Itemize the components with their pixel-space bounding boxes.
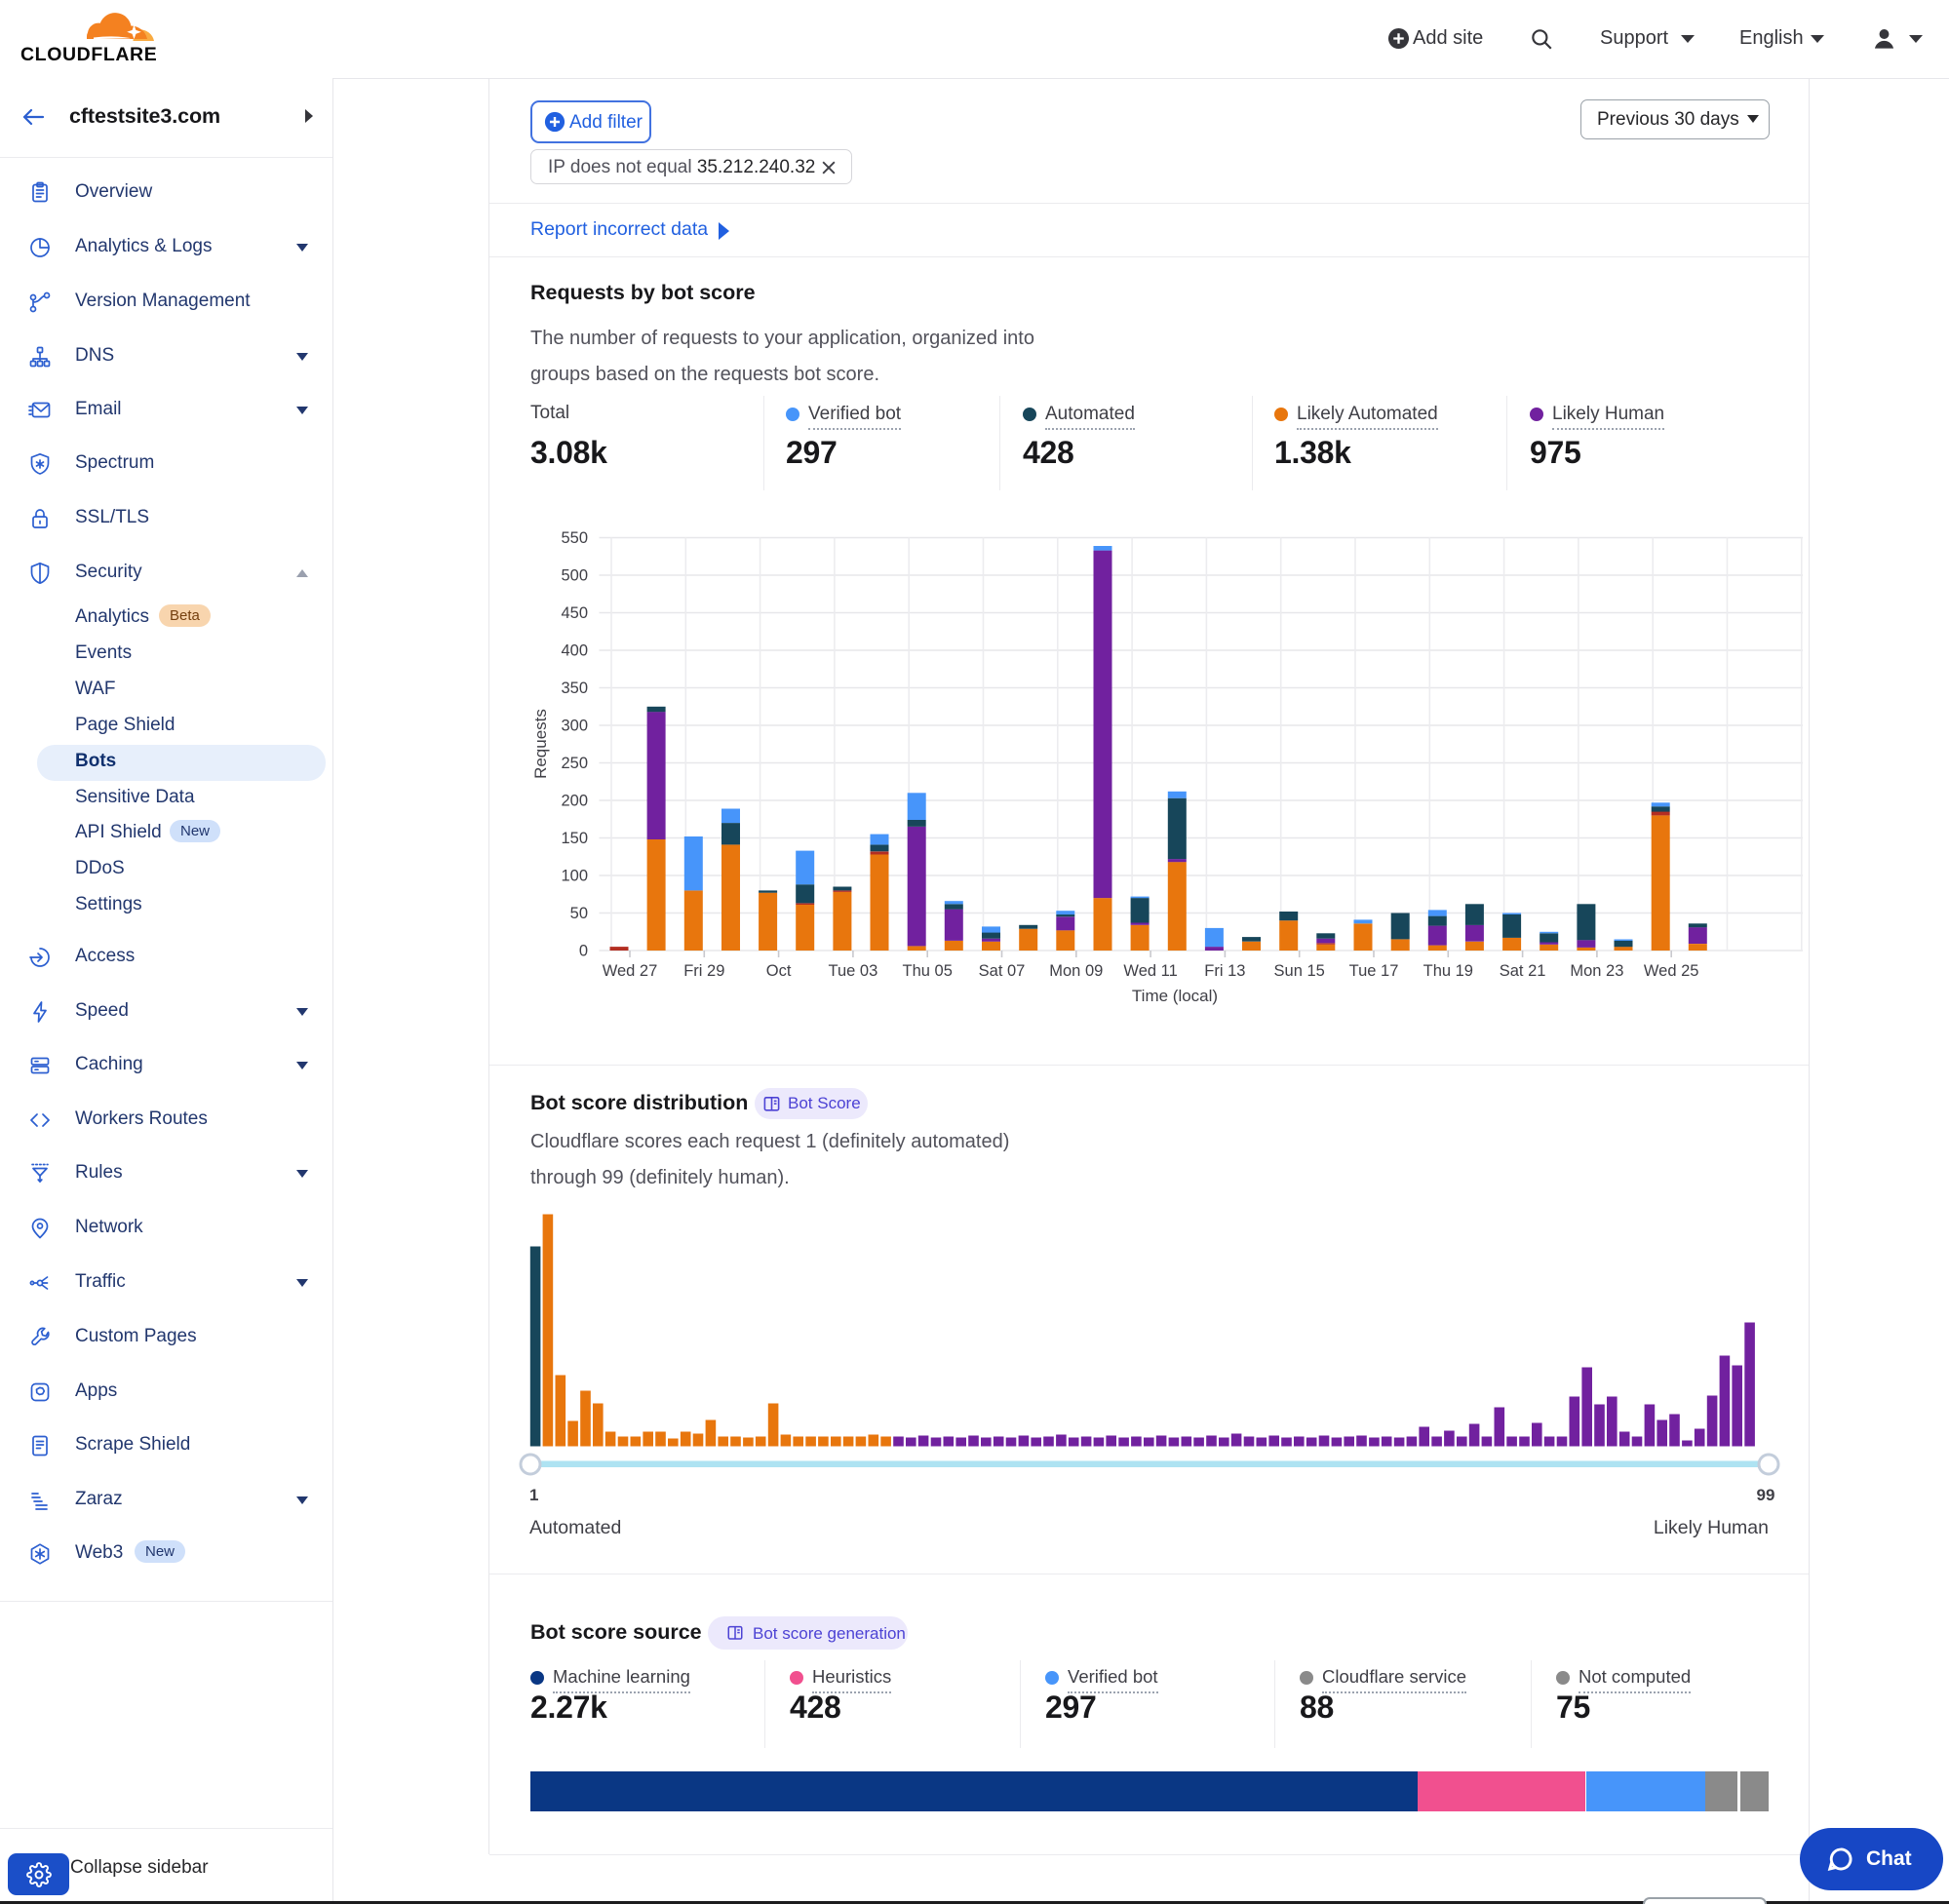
svg-text:150: 150 [561,830,588,847]
svg-text:Tue 17: Tue 17 [1349,962,1399,980]
svg-text:Sun 15: Sun 15 [1274,962,1325,980]
svg-text:Fri 29: Fri 29 [683,962,724,980]
svg-text:Wed 27: Wed 27 [603,962,658,980]
svg-text:500: 500 [561,567,588,585]
svg-text:Time (local): Time (local) [1132,987,1218,1005]
svg-text:300: 300 [561,718,588,735]
svg-text:Requests: Requests [531,709,550,779]
svg-text:Wed 11: Wed 11 [1123,962,1177,980]
svg-text:Mon 23: Mon 23 [1570,962,1623,980]
svg-text:Mon 09: Mon 09 [1049,962,1103,980]
svg-text:350: 350 [561,680,588,697]
svg-text:250: 250 [561,755,588,772]
svg-text:450: 450 [561,604,588,622]
svg-text:550: 550 [561,529,588,547]
svg-text:100: 100 [561,868,588,885]
svg-text:Fri 13: Fri 13 [1204,962,1245,980]
svg-text:Wed 25: Wed 25 [1644,962,1699,980]
svg-text:50: 50 [570,905,588,922]
svg-text:200: 200 [561,793,588,810]
svg-text:Tue 03: Tue 03 [829,962,878,980]
svg-text:Thu 19: Thu 19 [1423,962,1473,980]
svg-text:Oct: Oct [766,962,792,980]
svg-text:Thu 05: Thu 05 [903,962,953,980]
svg-text:Sat 21: Sat 21 [1500,962,1546,980]
svg-text:Sat 07: Sat 07 [979,962,1026,980]
svg-text:0: 0 [579,943,588,960]
svg-text:400: 400 [561,642,588,660]
